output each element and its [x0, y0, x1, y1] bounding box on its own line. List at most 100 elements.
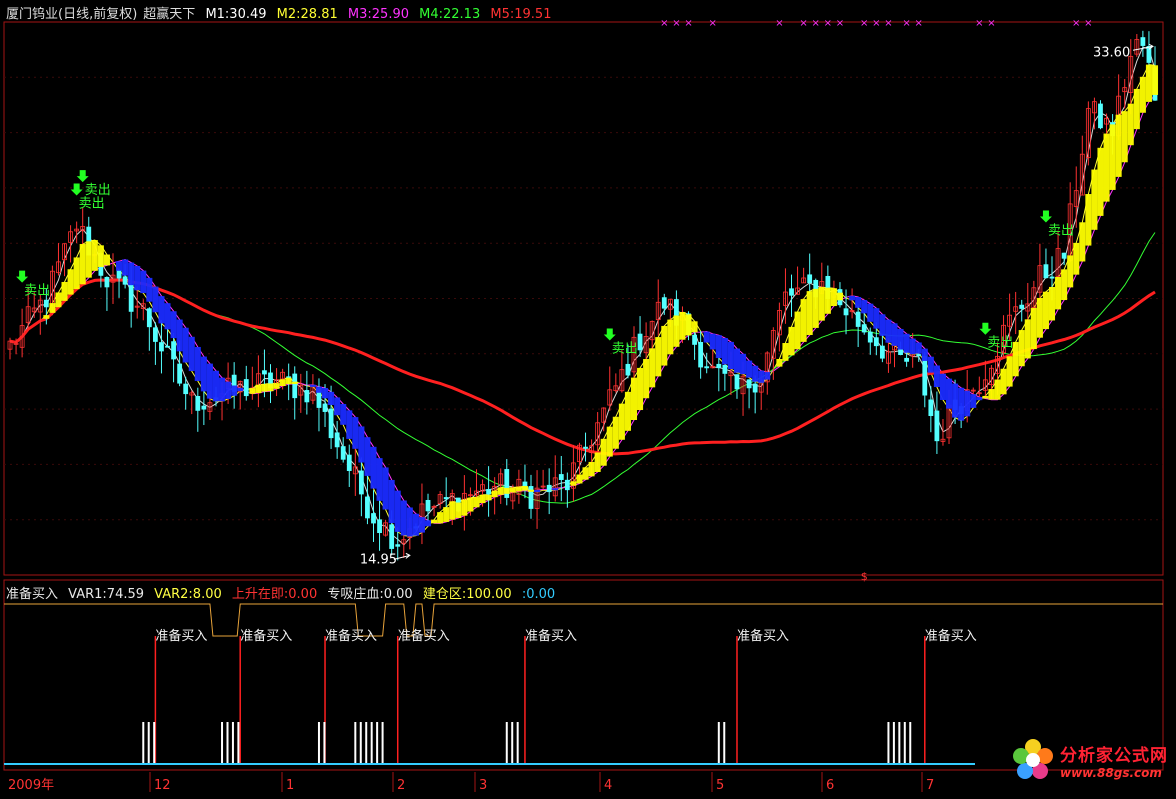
ribbon-down: [164, 303, 171, 330]
ribbon-down: [406, 507, 413, 537]
main-header: 厦门钨业(日线,前复权) 超赢天下 M1:30.49 M2:28.81 M3:25…: [6, 3, 557, 22]
sell-label: 卖出: [1048, 224, 1074, 239]
ribbon-down: [152, 286, 159, 313]
candle-body: [195, 396, 201, 411]
ribbon-up: [673, 315, 680, 347]
ribbon-down: [122, 259, 129, 276]
ribbon-down: [340, 403, 347, 425]
ribbon-down: [752, 365, 759, 382]
candle-body: [564, 479, 570, 491]
buy-signal-label: 准备买入: [525, 628, 577, 644]
ribbon-down: [727, 341, 734, 370]
ribbon-down: [873, 308, 880, 329]
candle-body: [340, 446, 346, 460]
candle-body: [322, 403, 328, 412]
ribbon-down: [952, 383, 959, 418]
top-x-marker: ×: [709, 18, 717, 29]
ribbon-down: [328, 391, 335, 405]
ribbon-down: [231, 385, 238, 396]
month-label: 5: [716, 778, 724, 793]
candle-body: [722, 364, 728, 374]
ribbon-down: [885, 319, 892, 343]
top-x-marker: ×: [1072, 18, 1080, 29]
rise-value: 上升在即:0.00: [231, 587, 318, 602]
ribbon-up: [431, 519, 438, 524]
ribbon-down: [721, 338, 728, 365]
ribbon-up: [485, 494, 492, 501]
ribbon-down: [182, 327, 189, 363]
ribbon-up: [79, 244, 86, 285]
ribbon-down: [849, 295, 856, 301]
logo-name: 分析家公式网: [1060, 745, 1168, 766]
candle-body: [1049, 276, 1055, 279]
var1-value: VAR1:74.59: [68, 587, 145, 602]
ribbon-up: [467, 497, 474, 512]
ribbon-down: [715, 335, 722, 359]
ribbon-up: [1109, 124, 1116, 190]
ribbon-down: [352, 417, 359, 449]
candle-body: [1140, 37, 1146, 46]
ribbon-up: [1061, 269, 1068, 301]
ribbon-down: [212, 370, 220, 402]
ribbon-up: [1000, 368, 1007, 395]
ribbon-down: [970, 394, 977, 408]
buy-signal-label: 准备买入: [737, 628, 789, 644]
ribbon-down: [964, 390, 971, 417]
candle-body: [807, 274, 813, 284]
candle-body: [183, 383, 189, 395]
ribbon-up: [55, 292, 62, 308]
candle-body: [177, 363, 183, 384]
sell-arrow-icon: [76, 170, 89, 183]
candle-body: [583, 446, 588, 449]
logo-url: www.88gs.com: [1060, 765, 1162, 780]
candle-body: [546, 484, 552, 493]
var2-value: VAR2:8.00: [154, 587, 222, 602]
indicator-name: 超赢天下: [143, 7, 196, 22]
ribbon-up: [1042, 291, 1049, 330]
ribbon-up: [1067, 255, 1074, 288]
candle-body: [171, 341, 176, 360]
ribbon-up: [515, 486, 522, 492]
indicator-panel: 准备买入 准备买入 准备买入 准备买入 准备买入 准备买入 准备买入: [4, 603, 1163, 765]
sub-frame: [3, 579, 1164, 771]
month-label: 7: [926, 778, 934, 793]
top-x-marker: ×: [836, 18, 844, 29]
dollar-marker: $: [861, 570, 868, 583]
ribbon-down: [879, 314, 886, 336]
ribbon-down: [321, 387, 329, 399]
sell-label: 卖出: [987, 336, 1013, 351]
ribbon-up: [261, 384, 268, 392]
candle-body: [152, 327, 158, 342]
ribbon-down: [891, 323, 898, 346]
ribbon-down: [552, 488, 559, 491]
ribbon-up: [1079, 222, 1086, 262]
top-x-marker: ×: [975, 18, 983, 29]
top-x-marker: ×: [902, 18, 910, 29]
ribbon-up: [588, 461, 595, 477]
candle-body: [395, 544, 401, 547]
flower-icon: [1013, 739, 1053, 779]
ribbon-up: [794, 311, 801, 350]
candle-body: [377, 519, 382, 534]
ribbon-down: [176, 319, 183, 352]
ribbon-up: [824, 287, 831, 314]
ribbon-down: [412, 513, 419, 536]
candle-body: [425, 499, 431, 512]
ribbon-up: [49, 303, 56, 313]
candle-body: [637, 333, 643, 351]
ribbon-up: [1036, 297, 1043, 338]
ribbon-up: [576, 474, 583, 484]
candle-body: [104, 276, 110, 288]
candle-body: [365, 496, 370, 519]
ribbon-up: [249, 388, 256, 394]
stock-title: 厦门钨业(日线,前复权): [6, 7, 138, 22]
candle-body: [1098, 103, 1103, 129]
ribbon-up: [637, 367, 644, 411]
ribbon-up: [1121, 111, 1128, 163]
ribbon-down: [225, 381, 232, 399]
kline-chart[interactable]: × × × × × × × × × × × × × × × × × ×卖出卖出卖出卖出 卖出卖出33.6014.95…: [0, 0, 1176, 795]
buy-signal-label: 准备买入: [325, 628, 377, 644]
x-axis: 2009年 12 1 2 3 4 5 6 7: [8, 772, 934, 793]
month-label: 12: [154, 778, 171, 793]
ribbon-up: [509, 487, 516, 493]
